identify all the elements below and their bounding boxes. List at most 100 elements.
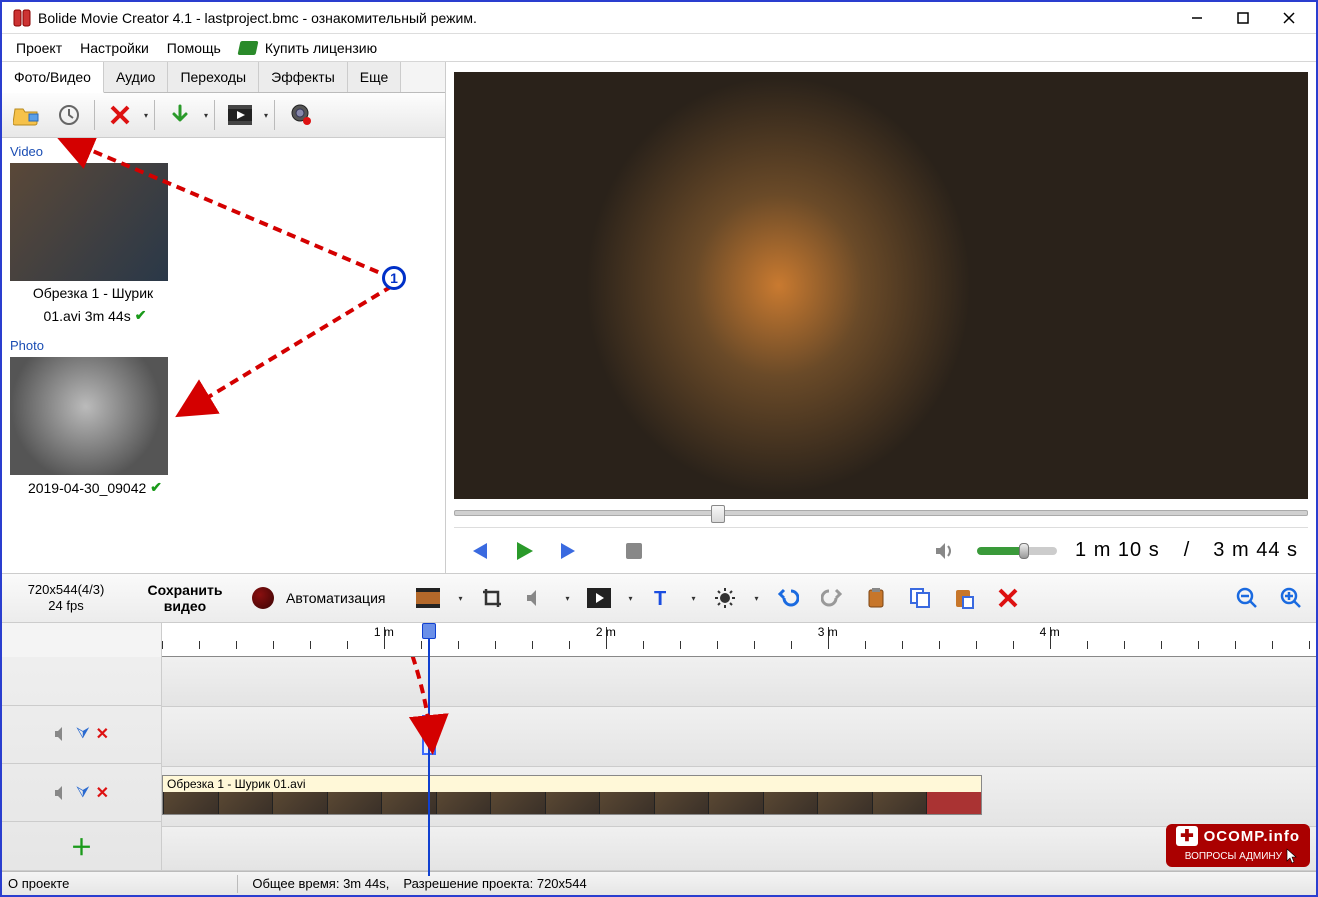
webcam-button[interactable] xyxy=(281,97,319,133)
recent-button[interactable] xyxy=(50,97,88,133)
money-icon xyxy=(237,41,258,55)
download-button[interactable] xyxy=(161,97,199,133)
timeline-ruler[interactable]: 1 m 2 m 3 m 4 m xyxy=(162,623,1316,657)
copy-button[interactable] xyxy=(905,583,935,613)
undo-button[interactable] xyxy=(773,583,803,613)
ruler-label: 1 m xyxy=(374,625,394,639)
add-track-button[interactable]: ＋ xyxy=(70,830,92,862)
ruler-label: 4 m xyxy=(1040,625,1060,639)
track-header-2: ⮛ ✕ xyxy=(2,764,161,822)
total-time: 3 m 44 s xyxy=(1213,539,1298,562)
current-time: 1 m 10 s xyxy=(1075,539,1160,562)
filmstrip-icon[interactable] xyxy=(413,583,443,613)
mute-icon[interactable] xyxy=(54,726,70,742)
menu-buy-license[interactable]: Купить лицензию xyxy=(231,36,385,60)
cursor-icon xyxy=(1286,848,1300,864)
timeline-toolbar: 720x544(4/3) 24 fps Сохранить видео Авто… xyxy=(2,573,1316,623)
tab-audio[interactable]: Аудио xyxy=(104,62,169,92)
media-list: Video Обрезка 1 - Шурик 01.avi 3m 44s ✔ … xyxy=(2,138,445,573)
timeline-tracks: ⮛ ✕ ⮛ ✕ ＋ Обрезка 1 - Шурик 01.avi xyxy=(2,657,1316,871)
app-icon xyxy=(12,8,32,28)
crop-icon[interactable] xyxy=(477,583,507,613)
tab-photo-video[interactable]: Фото/Видео xyxy=(2,62,104,93)
dropdown-icon[interactable]: ▾ xyxy=(458,594,462,603)
window-title: Bolide Movie Creator 4.1 - lastproject.b… xyxy=(38,10,1174,26)
seek-bar[interactable] xyxy=(454,499,1308,527)
status-resolution: Разрешение проекта: 720x544 xyxy=(403,876,586,891)
dropdown-icon[interactable]: ▾ xyxy=(755,594,759,603)
seek-handle[interactable] xyxy=(711,505,725,523)
timeline-ruler-row: 1 m 2 m 3 m 4 m xyxy=(2,623,1316,657)
clipboard-button[interactable] xyxy=(861,583,891,613)
media-item-photo[interactable]: 2019-04-30_09042 ✔ xyxy=(10,357,437,498)
menu-settings[interactable]: Настройки xyxy=(72,36,157,60)
zoom-out-button[interactable] xyxy=(1232,583,1262,613)
delete-button[interactable] xyxy=(101,97,139,133)
text-icon[interactable]: T xyxy=(647,583,677,613)
stop-button[interactable] xyxy=(620,537,648,565)
list-heading-photo: Photo xyxy=(10,336,437,357)
open-folder-button[interactable] xyxy=(8,97,46,133)
media-item-duration: 01.avi 3m 44s xyxy=(44,308,131,324)
collapse-icon[interactable]: ⮛ xyxy=(76,784,90,802)
ruler-label: 3 m xyxy=(818,625,838,639)
automation-button[interactable]: Автоматизация xyxy=(286,590,385,606)
save-video-button[interactable]: Сохранить видео xyxy=(130,582,240,614)
project-info: 720x544(4/3) 24 fps xyxy=(2,582,130,615)
dropdown-icon[interactable]: ▾ xyxy=(692,594,696,603)
audio-icon[interactable] xyxy=(521,583,551,613)
tab-more[interactable]: Еще xyxy=(348,62,402,92)
mute-icon[interactable] xyxy=(54,785,70,801)
add-track-row: ＋ xyxy=(2,822,161,871)
collapse-icon[interactable]: ⮛ xyxy=(76,725,90,743)
ruler-label: 2 m xyxy=(596,625,616,639)
close-button[interactable] xyxy=(1266,3,1312,33)
list-heading-video: Video xyxy=(10,142,437,163)
volume-slider[interactable] xyxy=(977,547,1057,555)
media-item-video[interactable]: Обрезка 1 - Шурик 01.avi 3m 44s ✔ xyxy=(10,163,437,326)
watermark: ✚ OCOMP.info ВОПРОСЫ АДМИНУ xyxy=(1166,824,1310,867)
record-button[interactable] xyxy=(252,587,274,609)
brightness-icon[interactable] xyxy=(710,583,740,613)
menu-project[interactable]: Проект xyxy=(8,36,70,60)
tab-effects[interactable]: Эффекты xyxy=(259,62,348,92)
paste-button[interactable] xyxy=(949,583,979,613)
menu-help[interactable]: Помощь xyxy=(159,36,229,60)
check-icon: ✔ xyxy=(150,479,162,496)
time-separator: / xyxy=(1178,539,1196,562)
rewind-button[interactable] xyxy=(464,537,492,565)
preview-panel: 1 m 10 s / 3 m 44 s xyxy=(446,62,1316,573)
play-button[interactable] xyxy=(510,537,538,565)
check-icon: ✔ xyxy=(135,307,147,324)
zoom-in-button[interactable] xyxy=(1276,583,1306,613)
volume-icon[interactable] xyxy=(931,537,959,565)
minimize-button[interactable] xyxy=(1174,3,1220,33)
timeline-scrubber[interactable] xyxy=(428,623,430,876)
delete-clip-button[interactable] xyxy=(993,583,1023,613)
video-preview[interactable] xyxy=(454,72,1308,499)
dropdown-icon[interactable]: ▾ xyxy=(144,111,148,120)
remove-track-icon[interactable]: ✕ xyxy=(96,783,109,803)
media-toolbar: ▾ ▾ ▾ xyxy=(2,93,445,138)
playback-controls: 1 m 10 s / 3 m 44 s xyxy=(454,527,1308,573)
media-item-label: Обрезка 1 - Шурик xyxy=(33,285,153,301)
redo-button[interactable] xyxy=(817,583,847,613)
clip-label: Обрезка 1 - Шурик 01.avi xyxy=(163,776,981,793)
title-bar: Bolide Movie Creator 4.1 - lastproject.b… xyxy=(2,2,1316,34)
tab-transitions[interactable]: Переходы xyxy=(168,62,259,92)
svg-text:T: T xyxy=(654,588,666,609)
dropdown-icon[interactable]: ▾ xyxy=(566,594,570,603)
forward-button[interactable] xyxy=(556,537,584,565)
status-total-time: Общее время: 3m 44s, xyxy=(252,876,389,891)
remove-track-icon[interactable]: ✕ xyxy=(96,724,109,744)
media-item-label: 2019-04-30_09042 xyxy=(28,480,146,496)
film-play-button[interactable] xyxy=(221,97,259,133)
maximize-button[interactable] xyxy=(1220,3,1266,33)
timeline-clip-video[interactable]: Обрезка 1 - Шурик 01.avi xyxy=(162,775,982,815)
status-about[interactable]: О проекте xyxy=(8,876,69,891)
media-panel: Фото/Видео Аудио Переходы Эффекты Еще ▾ xyxy=(2,62,446,573)
dropdown-icon[interactable]: ▾ xyxy=(204,111,208,120)
dropdown-icon[interactable]: ▾ xyxy=(264,111,268,120)
dropdown-icon[interactable]: ▾ xyxy=(629,594,633,603)
film-play-icon[interactable] xyxy=(584,583,614,613)
